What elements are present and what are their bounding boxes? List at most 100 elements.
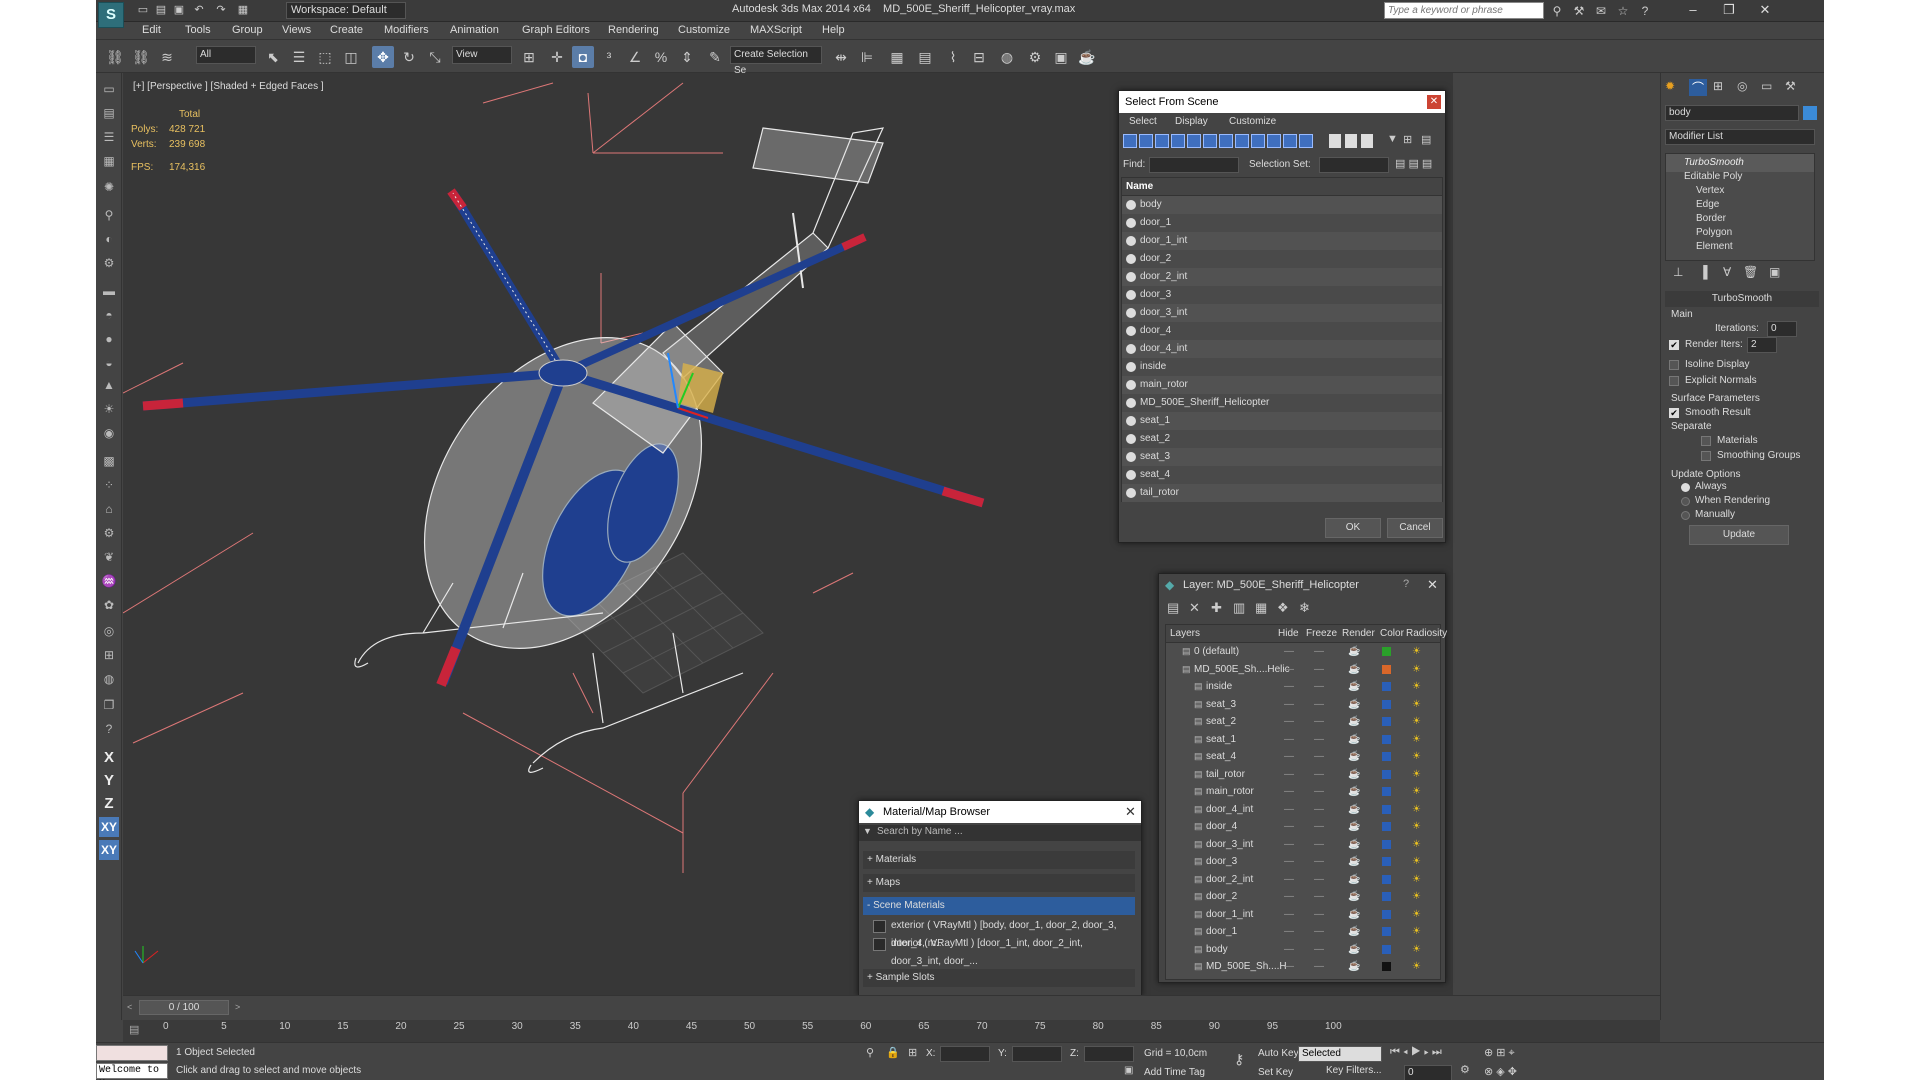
render-teapot-icon[interactable]: ☕ <box>1348 713 1360 730</box>
cone-icon[interactable]: ▲ <box>99 375 119 395</box>
render-teapot-icon[interactable]: ☕ <box>1348 766 1360 783</box>
column-header-name[interactable]: Name <box>1122 178 1442 196</box>
gear-icon[interactable]: ⚙ <box>99 523 119 543</box>
freeze-toggle[interactable]: — <box>1314 871 1324 888</box>
subscription-icon[interactable]: ⚒ <box>1570 2 1588 20</box>
radiosity-icon[interactable]: ☀ <box>1412 801 1421 818</box>
add-to-layer-icon[interactable]: ✚ <box>1211 600 1222 616</box>
layer-row[interactable]: ▤ seat_4 — — ☕ ☀ <box>1166 748 1440 765</box>
radiosity-icon[interactable]: ☀ <box>1412 661 1421 678</box>
motion-tab-icon[interactable]: ◎ <box>1737 79 1747 93</box>
search-by-name-input[interactable]: Search by Name ... <box>877 826 963 837</box>
hide-toggle[interactable]: — <box>1284 801 1294 818</box>
hide-toggle[interactable]: — <box>1284 836 1294 853</box>
hide-toggle[interactable]: — <box>1284 643 1294 660</box>
layer-row[interactable]: ▤ inside — — ☕ ☀ <box>1166 678 1440 695</box>
new-layer-icon[interactable]: ▤ <box>1167 600 1179 616</box>
freeze-toggle[interactable]: — <box>1314 696 1324 713</box>
render-iters-checkbox[interactable]: ✔ <box>1669 340 1679 350</box>
selection-filter-dropdown[interactable]: All <box>196 46 256 64</box>
schematic-view-icon[interactable]: ⊟ <box>968 46 990 68</box>
close-icon[interactable]: ✕ <box>1427 95 1441 109</box>
teapot-icon[interactable]: ◒ <box>99 353 119 373</box>
radiosity-icon[interactable]: ☀ <box>1412 678 1421 695</box>
auto-key-button[interactable]: Auto Key <box>1258 1048 1299 1059</box>
layer-color-swatch[interactable] <box>1382 734 1391 744</box>
radiosity-icon[interactable]: ☀ <box>1412 748 1421 765</box>
hide-toggle[interactable]: — <box>1284 871 1294 888</box>
render-teapot-icon[interactable]: ☕ <box>1348 783 1360 800</box>
layer-color-swatch[interactable] <box>1382 822 1391 831</box>
playback-controls[interactable]: ⏮ ◂ ▶ ▸ ⏭ <box>1390 1046 1442 1059</box>
select-all-icon[interactable] <box>1329 134 1341 148</box>
material-interior[interactable]: interior ( VRayMtl ) [door_1_int, door_2… <box>869 935 1135 967</box>
minimize-button[interactable]: – <box>1676 0 1710 20</box>
maxscript-mini-listener[interactable]: Welcome to M <box>96 1063 168 1080</box>
snaps-toggle-icon[interactable]: ³ <box>598 46 620 68</box>
hair-icon[interactable]: ♒ <box>99 571 119 591</box>
scene-object-row[interactable]: seat_1 <box>1122 412 1442 430</box>
pivot-center-icon[interactable]: ⊞ <box>518 46 540 68</box>
scene-object-row[interactable]: main_rotor <box>1122 376 1442 394</box>
menu-animation[interactable]: Animation <box>450 24 499 36</box>
layer-row[interactable]: ▤ main_rotor — — ☕ ☀ <box>1166 783 1440 800</box>
hide-toggle[interactable]: — <box>1284 748 1294 765</box>
menu-graph-editors[interactable]: Graph Editors <box>522 24 590 36</box>
align-icon[interactable]: ⊫ <box>856 46 878 68</box>
remove-modifier-icon[interactable]: 🗑 <box>1743 265 1758 279</box>
layer-color-swatch[interactable] <box>1382 682 1391 691</box>
track-bar[interactable]: ▤ 0 5 10 15 20 25 30 35 40 45 50 55 60 65 70 75 80 85 90 95… <box>123 1020 1660 1042</box>
menu-display[interactable]: Display <box>1175 116 1208 127</box>
set-key-button[interactable]: Set Key <box>1258 1067 1293 1078</box>
open-file-icon[interactable]: ▤ <box>154 3 168 17</box>
render-production-icon[interactable]: ☕ <box>1076 46 1098 68</box>
display-tab-icon[interactable]: ▭ <box>1761 79 1772 93</box>
filter-type-icon[interactable] <box>1235 134 1249 148</box>
current-frame-input[interactable]: 0 <box>1404 1065 1452 1080</box>
col-layers[interactable]: Layers <box>1170 625 1200 643</box>
select-invert-icon[interactable] <box>1361 134 1373 148</box>
layer-color-swatch[interactable] <box>1382 699 1391 709</box>
scene-object-row[interactable]: seat_2 <box>1122 430 1442 448</box>
close-window-button[interactable]: ✕ <box>1748 0 1782 20</box>
section-scene-materials[interactable]: - Scene Materials <box>863 897 1135 915</box>
mini-curve-editor-icon[interactable]: ▤ <box>129 1023 139 1036</box>
axis-x-button[interactable]: X <box>99 748 119 768</box>
dome-icon[interactable]: ◓ <box>99 305 119 325</box>
layer-row[interactable]: ▤ door_1_int — — ☕ ☀ <box>1166 906 1440 923</box>
select-scale-icon[interactable]: ⤡ <box>424 46 446 68</box>
show-end-result-icon[interactable]: ▐ <box>1699 265 1708 279</box>
select-move-icon[interactable]: ✥ <box>372 46 394 68</box>
menu-help[interactable]: Help <box>822 24 845 36</box>
hide-toggle[interactable]: — <box>1284 731 1294 748</box>
menu-maxscript[interactable]: MAXScript <box>750 24 802 36</box>
scene-object-row[interactable]: inside <box>1122 358 1442 376</box>
x-coord-input[interactable] <box>940 1046 990 1062</box>
freeze-toggle[interactable]: — <box>1314 958 1324 975</box>
freeze-toggle[interactable]: — <box>1314 713 1324 730</box>
render-teapot-icon[interactable]: ☕ <box>1348 836 1360 853</box>
render-teapot-icon[interactable]: ☕ <box>1348 871 1360 888</box>
radiosity-icon[interactable]: ☀ <box>1412 783 1421 800</box>
layer-color-swatch[interactable] <box>1382 769 1391 779</box>
freeze-all-icon[interactable]: ❄ <box>1299 600 1310 616</box>
radiosity-icon[interactable]: ☀ <box>1412 853 1421 870</box>
lock-selection-icon[interactable]: 🔒 <box>886 1046 900 1059</box>
freeze-toggle[interactable]: — <box>1314 766 1324 783</box>
section-sample-slots[interactable]: + Sample Slots <box>863 969 1135 987</box>
freeze-toggle[interactable]: — <box>1314 853 1324 870</box>
configure-sets-icon[interactable]: ▣ <box>1769 265 1780 279</box>
layer-row[interactable]: ▤ MD_500E_Sh....H — — ☕ ☀ <box>1166 958 1440 975</box>
layer-row[interactable]: ▤ door_2_int — — ☕ ☀ <box>1166 871 1440 888</box>
grid-icon[interactable]: ▦ <box>99 151 119 171</box>
freeze-toggle[interactable]: — <box>1314 818 1324 835</box>
hide-toggle[interactable]: — <box>1284 888 1294 905</box>
modify-tab-icon[interactable]: ⌒ <box>1689 79 1707 96</box>
scene-object-row[interactable]: tail_rotor <box>1122 484 1442 502</box>
material-exterior[interactable]: exterior ( VRayMtl ) [body, door_1, door… <box>869 917 1135 949</box>
list-icon[interactable]: ☰ <box>99 127 119 147</box>
turbosmooth-rollout-header[interactable]: TurboSmooth <box>1665 291 1819 307</box>
selection-set-dropdown[interactable] <box>1319 157 1389 173</box>
render-teapot-icon[interactable]: ☕ <box>1348 731 1360 748</box>
array-icon[interactable]: ⊞ <box>99 645 119 665</box>
